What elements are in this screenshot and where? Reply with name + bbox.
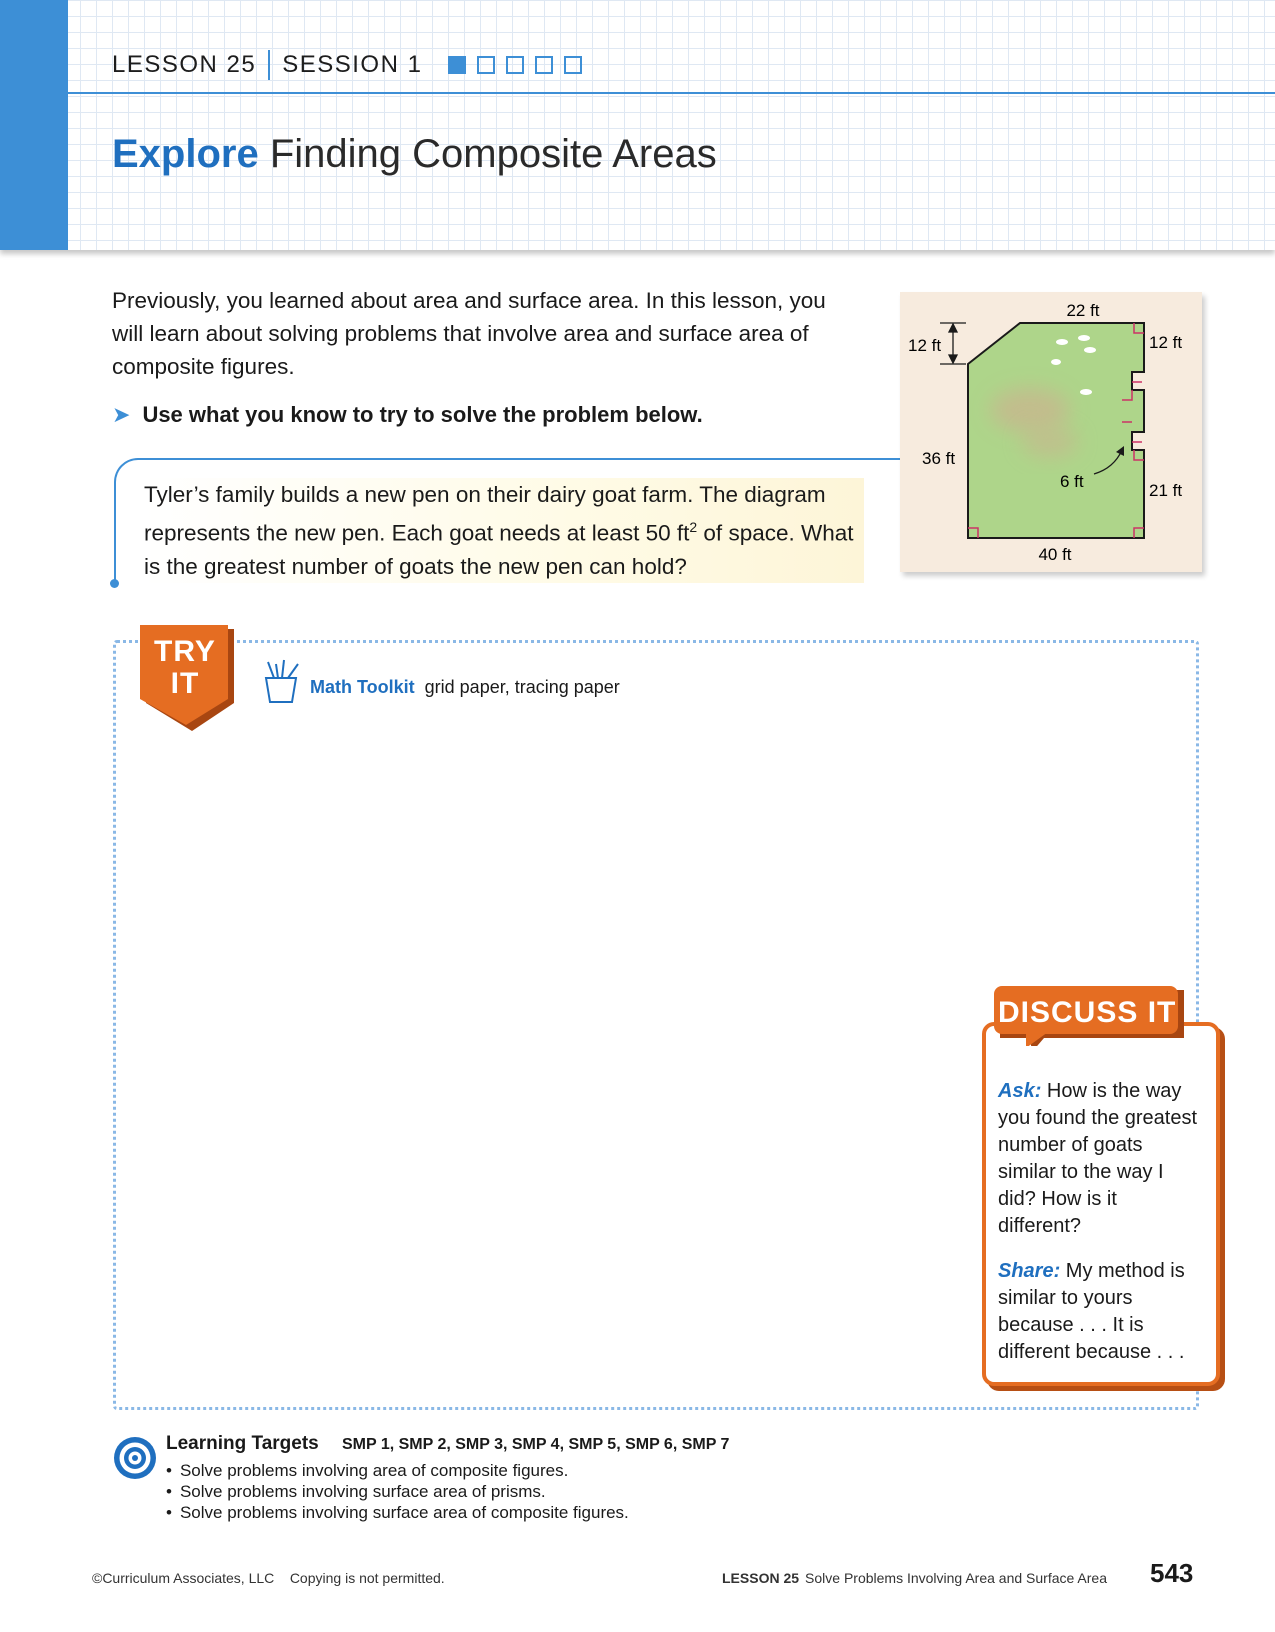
math-toolkit-label: Math Toolkit (310, 677, 415, 697)
learning-target-item: Solve problems involving surface area of… (166, 1502, 629, 1523)
session-progress (448, 56, 593, 74)
ask-text: How is the way you found the greatest nu… (998, 1080, 1198, 1237)
label-left: 36 ft (922, 449, 955, 468)
lesson-label: LESSON 25 (112, 51, 257, 78)
problem-exponent: 2 (689, 519, 698, 535)
session-square-3 (506, 56, 525, 74)
label-left-small: 12 ft (908, 336, 941, 355)
learning-targets-title: Learning Targets (166, 1433, 319, 1454)
share-label: Share: (998, 1260, 1061, 1282)
try-it-line-2: IT (170, 667, 200, 700)
ask-paragraph: Ask: How is the way you found the greate… (998, 1078, 1203, 1240)
label-right-top: 12 ft (1149, 333, 1182, 352)
dirt-patch-2 (1022, 426, 1078, 458)
learning-targets-smp: SMP 1, SMP 2, SMP 3, SMP 4, SMP 5, SMP 6… (342, 1436, 730, 1453)
session-label: SESSION 1 (282, 51, 423, 78)
arrow-right-icon: ➤ (112, 402, 131, 427)
footer-lesson-title: Solve Problems Involving Area and Surfac… (805, 1570, 1107, 1586)
label-notch: 6 ft (1060, 472, 1084, 491)
label-right-bottom: 21 ft (1149, 481, 1182, 500)
page-title: Explore Finding Composite Areas (112, 132, 717, 177)
discuss-it-title: DISCUSS IT (998, 996, 1177, 1029)
title-text: Finding Composite Areas (258, 132, 717, 176)
footer-lesson: LESSON 25 Solve Problems Involving Area a… (722, 1570, 1107, 1586)
lesson-separator (268, 50, 271, 80)
footer-copyright: ©Curriculum Associates, LLC Copying is n… (92, 1570, 445, 1586)
label-top: 22 ft (1066, 301, 1099, 320)
dirt-patch (990, 388, 1070, 432)
problem-statement: Tyler’s family builds a new pen on their… (144, 478, 864, 583)
try-it-line-1: TRY (154, 635, 216, 668)
math-toolkit-line: Math Toolkit grid paper, tracing paper (310, 677, 620, 698)
pen-diagram-svg: 22 ft 12 ft 12 ft 36 ft 6 ft 21 ft 40 ft (908, 301, 1182, 564)
header-rule (68, 92, 1275, 94)
ask-label: Ask: (998, 1080, 1042, 1102)
page-header: LESSON 25 SESSION 1 Explore Finding Comp… (0, 0, 1275, 250)
session-square-1 (448, 56, 467, 74)
lesson-session-line: LESSON 25 SESSION 1 (112, 50, 593, 80)
dimension-arrow (940, 322, 966, 365)
session-square-5 (564, 56, 583, 74)
share-paragraph: Share: My method is similar to yours bec… (998, 1258, 1203, 1366)
page-number: 543 (1150, 1558, 1194, 1588)
target-icon (114, 1437, 156, 1479)
label-bottom: 40 ft (1038, 545, 1071, 564)
session-square-2 (477, 56, 496, 74)
frame-dot (110, 579, 119, 588)
prompt-text: Use what you know to try to solve the pr… (142, 402, 703, 427)
try-it-label: TRY IT (140, 636, 230, 700)
title-emphasis: Explore (112, 132, 259, 176)
pen-diagram: 22 ft 12 ft 12 ft 36 ft 6 ft 21 ft 40 ft (900, 292, 1202, 572)
learning-target-item: Solve problems involving surface area of… (166, 1481, 629, 1502)
math-toolkit-items: grid paper, tracing paper (424, 677, 620, 697)
learning-targets-list: Solve problems involving area of composi… (166, 1460, 629, 1523)
session-square-4 (535, 56, 554, 74)
intro-paragraph: Previously, you learned about area and s… (112, 288, 826, 379)
discuss-it-body: Ask: How is the way you found the greate… (998, 1078, 1203, 1384)
learning-target-item: Solve problems involving area of composi… (166, 1460, 629, 1481)
prompt-line: ➤ Use what you know to try to solve the … (112, 402, 703, 428)
pencil-cup-icon (264, 659, 299, 703)
footer-lesson-label: LESSON 25 (722, 1570, 800, 1586)
header-color-bar (0, 0, 68, 250)
